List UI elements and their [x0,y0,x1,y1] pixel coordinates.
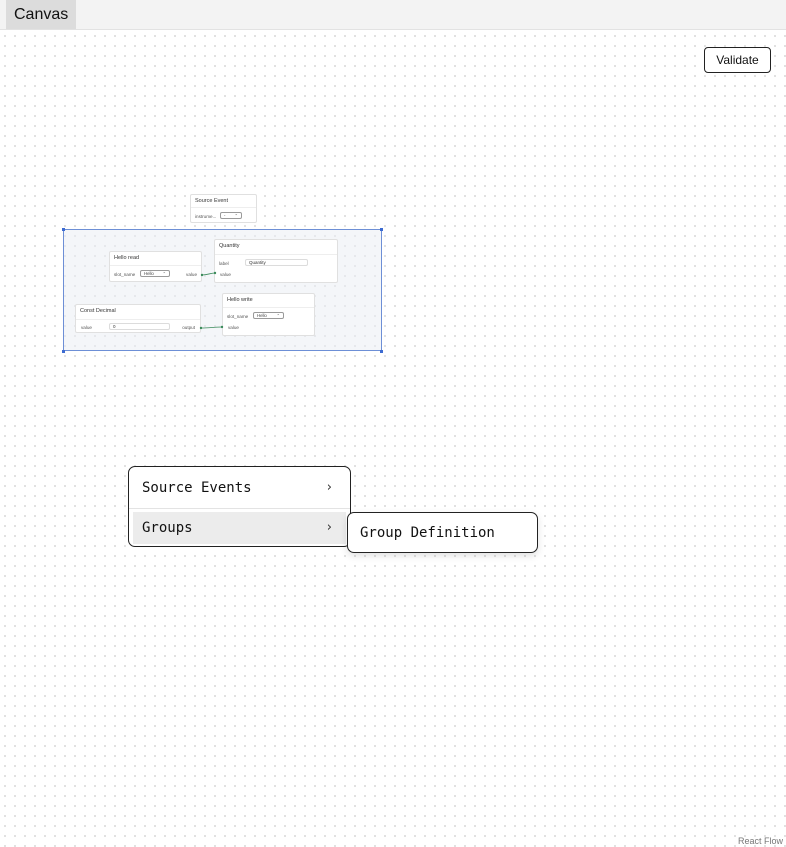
context-menu: Source Events › Groups › [128,466,351,547]
menu-item-label: Source Events [142,480,252,496]
label-field: label [219,261,229,266]
top-bar: Canvas [0,0,786,30]
select-value: - [224,213,226,218]
react-flow-attribution[interactable]: React Flow [738,836,783,846]
decimal-value-input[interactable]: 0 [109,323,170,330]
chevron-updown-icon: ⌃ [234,213,238,218]
menu-item-group-definition[interactable]: Group Definition [360,513,495,553]
output-port-label: value [186,272,197,277]
input-value: Quantity [249,260,266,265]
chevron-updown-icon: ⌃ [276,313,280,318]
field-label: instrume... [195,214,217,219]
node-quantity[interactable]: Quantity label Quantity value [214,239,338,283]
tab-canvas[interactable]: Canvas [6,0,77,29]
menu-item-source-events[interactable]: Source Events › [133,472,346,504]
menu-item-label: Groups [142,520,193,536]
select-value: Hello [144,271,154,276]
value-port-label: value [228,325,239,330]
selection-handle[interactable] [380,228,383,231]
chevron-updown-icon: ⌃ [162,271,166,276]
node-hello-write[interactable]: Hello write slot_name Hello ⌃ value [222,293,315,336]
selection-handle[interactable] [62,228,65,231]
node-const-decimal[interactable]: Const Decimal value 0 output [75,304,201,333]
node-title: Hello read [114,255,140,261]
slot-name-select[interactable]: Hello ⌃ [140,270,170,277]
selection-handle[interactable] [62,350,65,353]
field-label: value [81,325,92,330]
field-label: slot_name [114,272,136,277]
input-value: 0 [113,324,116,329]
node-title: Source Event [195,198,229,204]
quantity-label-input[interactable]: Quantity [245,259,308,266]
node-title: Const Decimal [80,308,116,314]
select-value: Hello [257,313,267,318]
validate-button[interactable]: Validate [704,47,771,73]
flow-canvas[interactable] [0,31,786,847]
node-title: Hello write [227,297,253,303]
chevron-right-icon: › [326,480,332,495]
menu-item-groups[interactable]: Groups › [133,512,346,544]
chevron-right-icon: › [326,520,332,535]
node-source-event[interactable]: Source Event instrume... - ⌃ [190,194,257,223]
selection-handle[interactable] [380,350,383,353]
instrument-select[interactable]: - ⌃ [220,212,242,219]
groups-submenu: Group Definition [347,512,538,553]
output-port-label: output [182,325,195,330]
value-port-label: value [220,272,231,277]
field-label: slot_name [227,314,249,319]
node-hello-read[interactable]: Hello read slot_name Hello ⌃ value [109,251,202,282]
slot-name-select[interactable]: Hello ⌃ [253,312,284,319]
node-title: Quantity [219,243,240,249]
menu-divider [129,508,350,509]
